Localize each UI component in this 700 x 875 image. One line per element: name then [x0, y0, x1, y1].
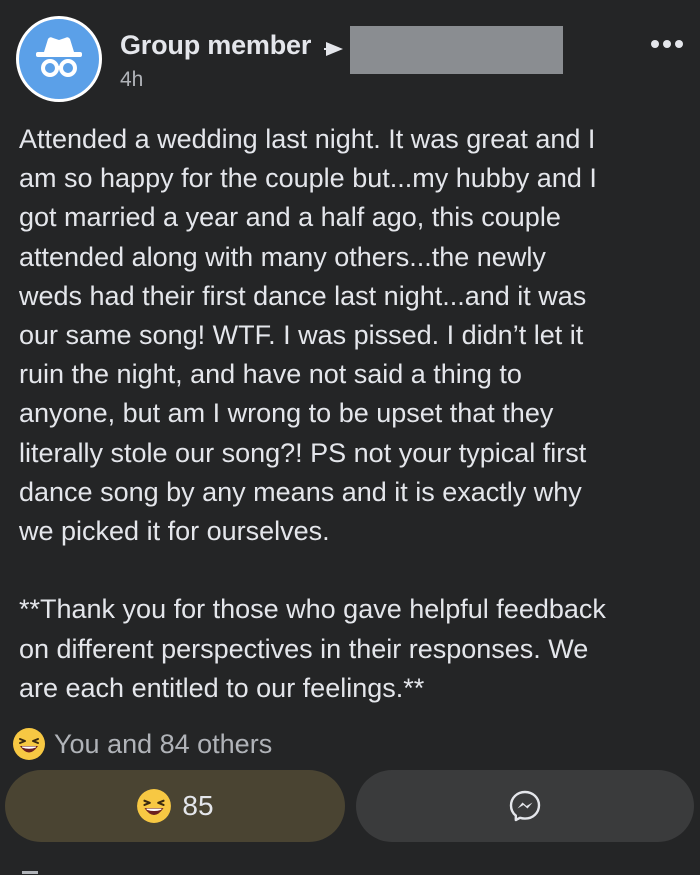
post-text-line: attended along with many others...the ne… — [19, 241, 546, 272]
post-text-line: **Thank you for those who gave helpful f… — [19, 594, 606, 625]
post-edit-note: **Thank you for those who gave helpful f… — [19, 590, 689, 708]
post-text-line: we picked it for ourselves. — [19, 516, 330, 547]
post-text-line: ruin the night, and have not said a thin… — [19, 359, 522, 390]
incognito-icon — [36, 37, 82, 77]
post-text-line: dance song by any means and it is exactl… — [19, 476, 582, 507]
reaction-summary[interactable]: You and 84 others — [12, 726, 272, 762]
laughing-emoji-icon — [137, 789, 172, 823]
messenger-icon — [509, 790, 541, 822]
anonymous-member-avatar[interactable] — [16, 16, 102, 102]
laughing-emoji-icon — [13, 728, 45, 760]
post-header: Group member 4h — [0, 0, 700, 110]
post-text-line: literally stole our song?! PS not your t… — [19, 437, 587, 468]
author-name[interactable]: Group member — [120, 30, 311, 61]
post-text-line: on different perspectives in their respo… — [19, 633, 589, 664]
post-text-line: am so happy for the couple but...my hubb… — [19, 163, 597, 194]
redacted-group-name — [350, 26, 563, 74]
arrow-right-icon — [324, 42, 343, 56]
more-options-icon[interactable] — [645, 36, 689, 56]
next-item-edge — [22, 871, 38, 874]
post-text-line: are each entitled to our feelings.** — [19, 672, 425, 703]
post-text-line: weds had their first dance last night...… — [19, 280, 587, 311]
post-timestamp[interactable]: 4h — [120, 68, 143, 92]
post-text-line: anyone, but am I wrong to be upset that … — [19, 398, 554, 429]
post-text-line: Attended a wedding last night. It was gr… — [19, 124, 596, 154]
reaction-count: 85 — [182, 790, 214, 821]
send-message-button[interactable] — [356, 770, 694, 842]
reaction-summary-text: You and 84 others — [54, 728, 273, 759]
post-body: Attended a wedding last night. It was gr… — [19, 120, 689, 708]
post-text-line: our same song! WTF. I was pissed. I didn… — [19, 320, 584, 351]
laugh-reaction-button[interactable]: 85 — [5, 770, 345, 842]
post-text-line: got married a year and a half ago, this … — [19, 202, 561, 233]
post-text: Attended a wedding last night. It was gr… — [19, 120, 689, 551]
